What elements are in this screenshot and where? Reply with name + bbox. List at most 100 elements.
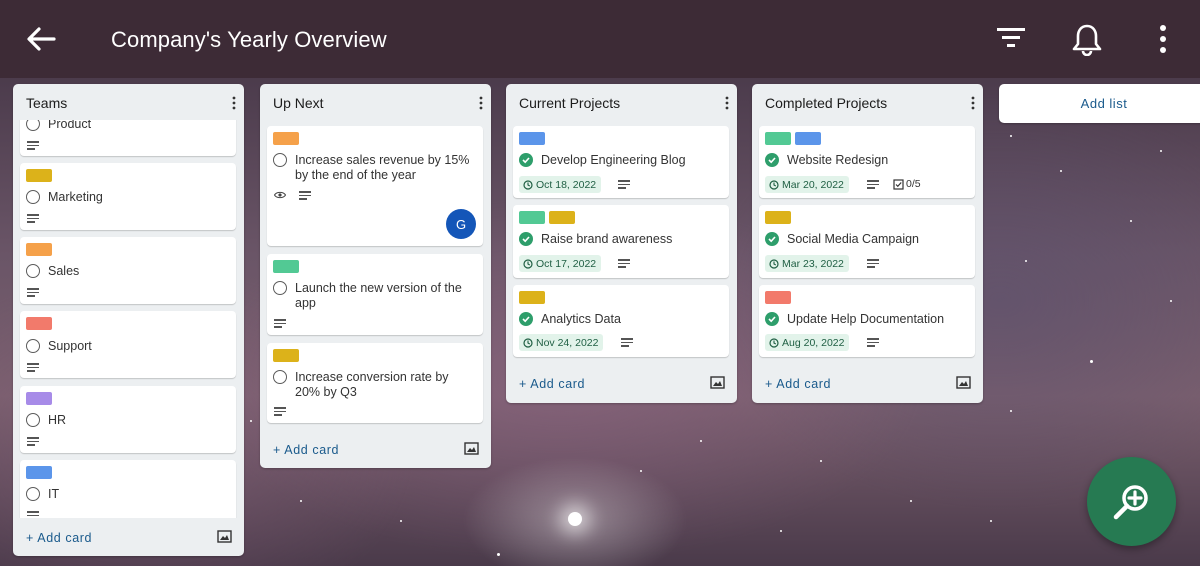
description-icon <box>621 338 633 347</box>
card[interactable]: Analytics Data Nov 24, 2022 <box>513 285 729 357</box>
list-menu-button[interactable] <box>969 95 977 111</box>
list-title: Current Projects <box>519 95 621 111</box>
more-options-button[interactable] <box>1146 22 1180 56</box>
label-red <box>26 317 52 330</box>
add-image-button[interactable] <box>956 376 971 389</box>
card-title: Sales <box>48 264 80 278</box>
more-vertical-icon <box>725 96 729 110</box>
image-icon <box>956 376 971 389</box>
label-red <box>765 291 791 304</box>
label-blue <box>26 466 52 479</box>
complete-toggle[interactable] <box>26 339 40 353</box>
add-image-button[interactable] <box>217 530 232 543</box>
complete-toggle[interactable] <box>273 370 287 384</box>
complete-toggle[interactable] <box>273 153 287 167</box>
complete-toggle[interactable] <box>26 120 40 131</box>
completed-check-icon[interactable] <box>765 312 779 326</box>
due-date-text: Mar 20, 2022 <box>782 178 844 191</box>
complete-toggle[interactable] <box>26 413 40 427</box>
card[interactable]: Support <box>20 311 236 378</box>
card-scroll-area[interactable]: Product Marketing Sales Support HR IT <box>13 120 244 518</box>
list-header: Completed Projects <box>752 84 983 120</box>
list-title: Teams <box>26 95 68 111</box>
label-yellow <box>765 211 791 224</box>
back-button[interactable] <box>24 24 58 54</box>
card[interactable]: Launch the new version of the app <box>267 254 483 335</box>
due-date-badge: Oct 18, 2022 <box>519 176 602 193</box>
completed-check-icon[interactable] <box>519 312 533 326</box>
completed-check-icon[interactable] <box>765 153 779 167</box>
more-vertical-icon <box>232 96 236 110</box>
card[interactable]: Increase sales revenue by 15% by the end… <box>267 126 483 246</box>
label-green <box>273 260 299 273</box>
add-image-button[interactable] <box>710 376 725 389</box>
description-icon <box>27 437 39 446</box>
complete-toggle[interactable] <box>26 264 40 278</box>
card[interactable]: Social Media Campaign Mar 23, 2022 <box>759 205 975 278</box>
card[interactable]: Increase conversion rate by 20% by Q3 <box>267 343 483 423</box>
filter-icon <box>997 28 1025 47</box>
description-icon <box>27 288 39 297</box>
add-list-button[interactable]: Add list <box>999 84 1200 123</box>
add-card-button[interactable]: + Add card <box>519 377 585 391</box>
more-vertical-icon <box>479 96 483 110</box>
due-date-badge: Mar 20, 2022 <box>765 176 849 193</box>
clock-icon <box>523 179 533 190</box>
card[interactable]: Update Help Documentation Aug 20, 2022 <box>759 285 975 357</box>
list-completed-projects: Completed Projects Website Redesign Mar … <box>752 84 983 403</box>
description-icon <box>27 363 39 372</box>
watch-icon <box>274 191 286 199</box>
card-title: Increase conversion rate by 20% by Q3 <box>295 370 449 399</box>
card-title: Increase sales revenue by 15% by the end… <box>295 153 470 182</box>
label-orange <box>26 243 52 256</box>
label-green <box>765 132 791 145</box>
completed-check-icon[interactable] <box>519 153 533 167</box>
card-title: Develop Engineering Blog <box>541 153 686 167</box>
card[interactable]: Sales <box>20 237 236 304</box>
completed-check-icon[interactable] <box>765 232 779 246</box>
card[interactable]: Marketing <box>20 163 236 230</box>
avatar[interactable]: G <box>446 209 476 239</box>
description-icon <box>867 259 879 268</box>
card[interactable]: Develop Engineering Blog Oct 18, 2022 <box>513 126 729 198</box>
description-icon <box>867 338 879 347</box>
description-icon <box>274 319 286 328</box>
list-menu-button[interactable] <box>723 95 731 111</box>
zoom-in-icon <box>1113 484 1148 519</box>
card[interactable]: Raise brand awareness Oct 17, 2022 <box>513 205 729 278</box>
card-title: Analytics Data <box>541 312 621 326</box>
complete-toggle[interactable] <box>26 190 40 204</box>
completed-check-icon[interactable] <box>519 232 533 246</box>
due-date-text: Mar 23, 2022 <box>782 257 844 270</box>
card[interactable]: IT <box>20 460 236 518</box>
list-teams: Teams Product Marketing Sales Support HR… <box>13 84 244 556</box>
card[interactable]: Website Redesign Mar 20, 2022 0/5 <box>759 126 975 198</box>
add-card-button[interactable]: + Add card <box>273 443 339 457</box>
label-orange <box>273 132 299 145</box>
due-date-badge: Nov 24, 2022 <box>519 334 604 351</box>
list-title: Completed Projects <box>765 95 888 111</box>
card-title: Update Help Documentation <box>787 312 945 326</box>
add-card-button[interactable]: + Add card <box>765 377 831 391</box>
zoom-button[interactable] <box>1087 457 1176 546</box>
card-title: HR <box>48 413 67 427</box>
list-current-projects: Current Projects Develop Engineering Blo… <box>506 84 737 403</box>
list-header: Current Projects <box>506 84 737 120</box>
due-date-text: Oct 18, 2022 <box>536 178 597 191</box>
add-image-button[interactable] <box>464 442 479 455</box>
card[interactable]: HR <box>20 386 236 453</box>
filter-button[interactable] <box>995 22 1029 56</box>
description-icon <box>299 191 311 200</box>
card-title: Raise brand awareness <box>541 232 673 246</box>
add-card-button[interactable]: + Add card <box>26 531 92 545</box>
card[interactable]: Product <box>20 120 236 156</box>
complete-toggle[interactable] <box>26 487 40 501</box>
list-menu-button[interactable] <box>477 95 485 111</box>
complete-toggle[interactable] <box>273 281 287 295</box>
notifications-button[interactable] <box>1070 22 1104 57</box>
image-icon <box>217 530 232 543</box>
clock-icon <box>523 258 533 269</box>
page-title: Company's Yearly Overview <box>111 27 387 52</box>
clock-icon <box>769 337 779 348</box>
list-menu-button[interactable] <box>230 95 238 111</box>
